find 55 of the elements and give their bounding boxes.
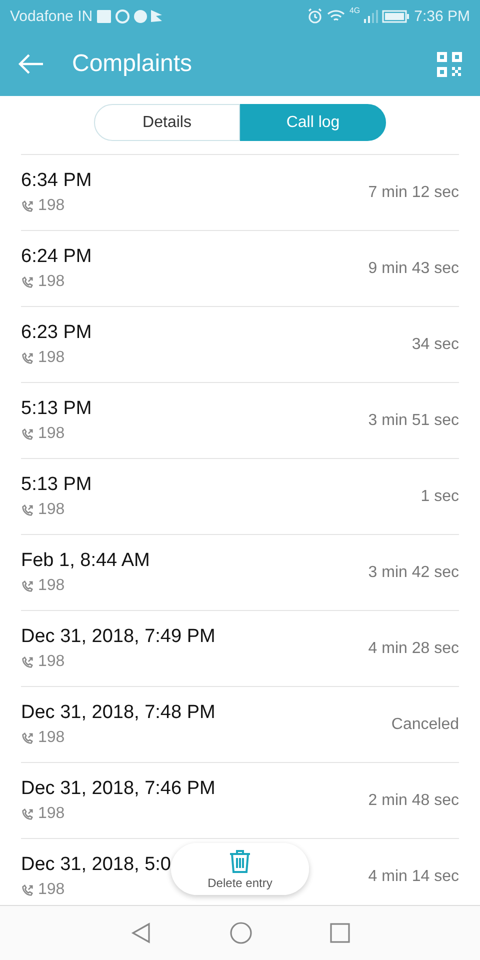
recents-nav-icon[interactable] (330, 923, 350, 943)
call-time: Feb 1, 8:44 AM (21, 550, 150, 572)
phone-number: 198 (38, 729, 65, 747)
qr-code-icon[interactable] (437, 52, 462, 76)
outgoing-call-icon (21, 428, 34, 440)
call-duration: 3 min 51 sec (368, 412, 459, 430)
outgoing-call-icon (21, 504, 34, 516)
call-duration: 1 sec (420, 488, 459, 506)
call-duration: 4 min 14 sec (368, 868, 459, 886)
call-duration: 9 min 43 sec (368, 260, 459, 278)
call-duration: 34 sec (412, 336, 459, 354)
call-time: 6:24 PM (21, 246, 92, 268)
outgoing-call-icon (21, 580, 34, 592)
network-type: 4G (349, 6, 360, 15)
call-time: 6:23 PM (21, 322, 92, 344)
phone-number: 198 (38, 197, 65, 215)
battery-icon (382, 10, 410, 22)
signal-icon (364, 9, 378, 23)
call-duration: 2 min 48 sec (368, 792, 459, 810)
phone-number: 198 (38, 425, 65, 443)
call-time: 5:13 PM (21, 398, 92, 420)
call-time: Dec 31, 2018, 7:49 PM (21, 626, 216, 648)
phone-number: 198 (38, 805, 65, 823)
outgoing-call-icon (21, 732, 34, 744)
phone-number: 198 (38, 577, 65, 595)
trash-icon (229, 848, 251, 872)
alarm-icon (307, 8, 324, 24)
call-duration: 4 min 28 sec (368, 640, 459, 658)
call-time: Dec 31, 2018, 7:46 PM (21, 778, 216, 800)
call-time: Dec 31, 2018, 7:48 PM (21, 702, 216, 724)
call-time: Dec 31, 2018, 5:0 (21, 854, 171, 876)
phone-number: 198 (38, 349, 65, 367)
clock-time: 7:36 PM (414, 8, 470, 24)
back-nav-icon[interactable] (130, 922, 152, 944)
call-duration: 7 min 12 sec (368, 184, 459, 202)
carrier-name: Vodafone IN (10, 8, 93, 24)
phone-number: 198 (38, 653, 65, 671)
phone-number: 198 (38, 273, 65, 291)
call-time: 5:13 PM (21, 474, 92, 496)
delete-entry-button[interactable]: Delete entry (171, 843, 309, 895)
outgoing-call-icon (21, 884, 34, 896)
tab[interactable]: Details (94, 104, 240, 141)
phone-number: 198 (38, 501, 65, 519)
call-duration: Canceled (391, 716, 459, 734)
outgoing-call-icon (21, 656, 34, 668)
outgoing-call-icon (21, 808, 34, 820)
back-arrow-icon[interactable] (18, 53, 44, 75)
phone-number: 198 (38, 881, 65, 899)
outgoing-call-icon (21, 276, 34, 288)
call-time: 6:34 PM (21, 170, 92, 192)
screen-title: Complaints (72, 50, 194, 78)
call-duration: 3 min 42 sec (368, 564, 459, 582)
home-nav-icon[interactable] (230, 922, 252, 944)
outgoing-call-icon (21, 200, 34, 212)
outgoing-call-icon (21, 352, 34, 364)
